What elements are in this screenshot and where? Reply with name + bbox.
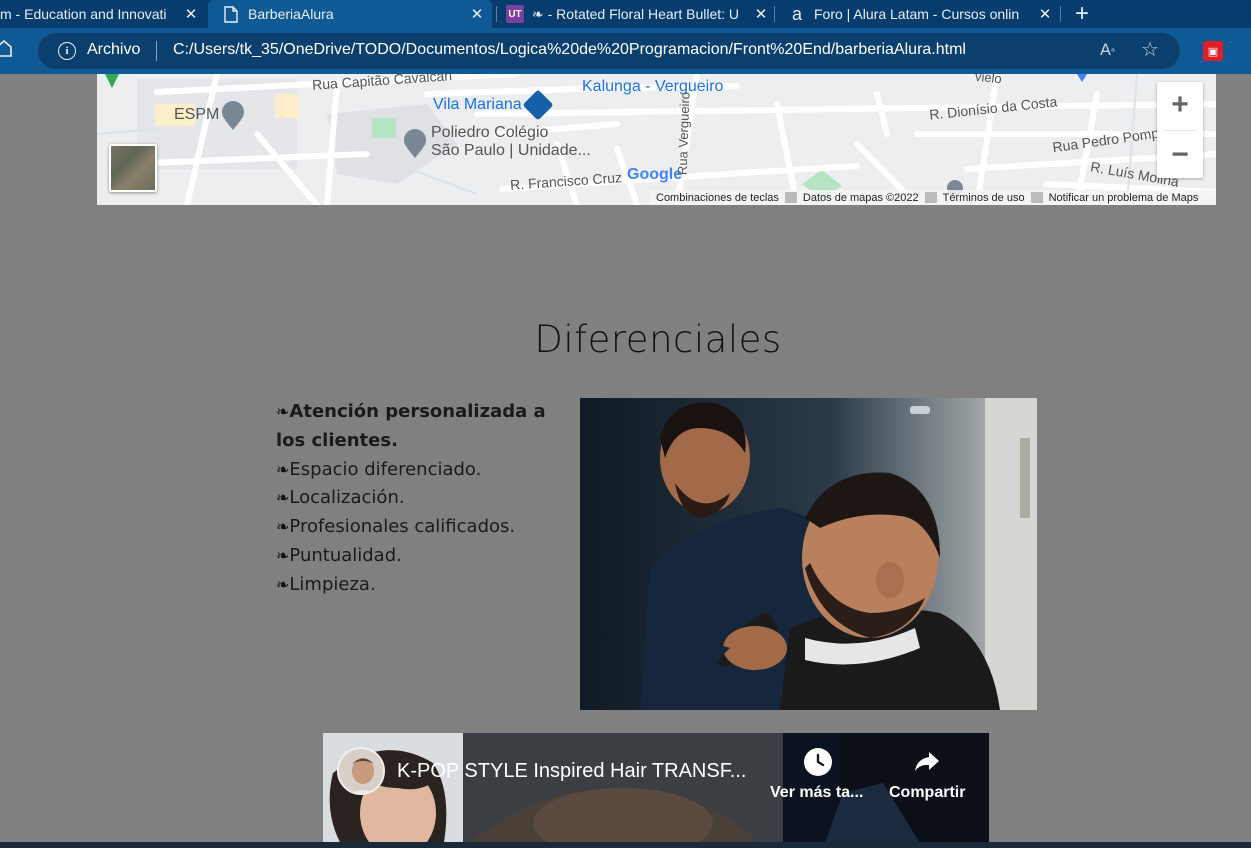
terms-link[interactable]: Términos de uso [937, 192, 1031, 204]
list-item-text: Puntualidad. [289, 544, 402, 566]
list-item: ❧Limpieza. [276, 571, 576, 600]
video-title[interactable]: K-POP STYLE Inspired Hair TRANSF... [397, 760, 746, 783]
add-favorite-icon[interactable]: ☆ [1141, 37, 1159, 61]
satellite-toggle[interactable] [109, 144, 157, 192]
tab-floral-bullet[interactable]: UT ❧ - Rotated Floral Heart Bullet: U ✕ [502, 0, 770, 28]
tab-title: m - Education and Innovati [0, 6, 167, 22]
url-text[interactable]: C:/Users/tk_35/OneDrive/TODO/Documentos/… [173, 41, 966, 59]
section-title: Diferenciales [534, 318, 782, 361]
list-item-text: Localización. [289, 487, 405, 509]
tab-separator [496, 6, 497, 22]
zoom-control: + − [1157, 82, 1203, 178]
tab-separator [1060, 6, 1061, 22]
zoom-out-button[interactable]: − [1157, 132, 1203, 178]
channel-avatar[interactable] [337, 747, 385, 795]
map-embed[interactable]: Rua Capitão Cavalcan ESPM Vila Mariana K… [97, 74, 1216, 205]
tab-title: Foro | Alura Latam - Cursos onlin [814, 6, 1020, 22]
floral-bullet-icon: ❧ [276, 488, 290, 508]
features-list: ❧Atención personalizada a los clientes. … [276, 398, 576, 600]
map-data-text: Datos de mapas ©2022 [802, 191, 919, 204]
keyboard-shortcuts-link[interactable]: Combinaciones de teclas [650, 192, 785, 204]
share-button[interactable]: Compartir [889, 784, 965, 802]
map-label-poliedro: Poliedro Colégio [431, 124, 549, 141]
footer-separator [924, 192, 937, 203]
tab-education[interactable]: m - Education and Innovati ✕ [0, 0, 200, 28]
extension-icon[interactable]: ▣ [1203, 41, 1223, 61]
share-icon[interactable] [913, 750, 941, 774]
map-label-vila-mariana: Vila Mariana [433, 96, 522, 113]
list-item-text: Limpieza. [289, 573, 376, 595]
map-footer: Combinaciones de teclas Datos de mapas ©… [650, 190, 1216, 205]
tab-title: BarberiaAlura [248, 6, 334, 22]
ut-icon: UT [506, 5, 524, 23]
google-logo: Google [627, 166, 683, 183]
map-label-espm: ESPM [174, 106, 220, 123]
watch-later-icon[interactable] [804, 748, 832, 776]
list-item: ❧Localización. [276, 484, 576, 513]
floral-bullet-icon: ❧ [276, 574, 290, 594]
close-icon[interactable]: ✕ [752, 5, 770, 23]
address-divider [156, 41, 157, 61]
info-icon[interactable]: i [58, 42, 76, 60]
floral-bullet-icon: ❧ [276, 459, 290, 479]
watch-later-button[interactable]: Ver más ta... [770, 784, 863, 802]
list-item: ❧Atención personalizada a los clientes. [276, 398, 576, 456]
barber-photo [580, 398, 1037, 710]
list-item-text: Profesionales calificados. [289, 516, 516, 538]
browser-toolbar: i Archivo C:/Users/tk_35/OneDrive/TODO/D… [0, 28, 1251, 74]
close-icon[interactable]: ✕ [182, 5, 200, 23]
map-label-poliedro-unit: São Paulo | Unidade... [431, 142, 591, 159]
tab-strip: m - Education and Innovati ✕ BarberiaAlu… [0, 0, 1251, 28]
tab-alura-foro[interactable]: a Foro | Alura Latam - Cursos onlin ✕ [786, 0, 1054, 28]
zoom-in-button[interactable]: + [1157, 82, 1203, 128]
home-icon[interactable] [0, 39, 16, 61]
list-item-text: Atención personalizada a los clientes. [276, 401, 546, 451]
tab-barberia[interactable]: BarberiaAlura ✕ [208, 0, 492, 28]
page-icon [222, 5, 240, 23]
list-item: ❧Espacio diferenciado. [276, 456, 576, 485]
footer-separator [1030, 192, 1043, 203]
video-embed[interactable]: K-POP STYLE Inspired Hair TRANSF... Ver … [323, 733, 989, 848]
new-tab-button[interactable]: + [1068, 0, 1096, 28]
site-scheme-label[interactable]: Archivo [87, 41, 140, 59]
floral-bullet-icon: ❧ [276, 517, 290, 537]
tab-separator [774, 6, 775, 22]
read-aloud-icon[interactable]: Aᵃ [1100, 40, 1115, 59]
list-item: ❧Puntualidad. [276, 542, 576, 571]
list-item-text: Espacio diferenciado. [289, 458, 482, 480]
footer-separator [784, 192, 797, 203]
close-icon[interactable]: ✕ [468, 5, 486, 23]
map-label-kalunga: Kalunga - Vergueiro [582, 78, 724, 95]
list-item: ❧Profesionales calificados. [276, 513, 576, 542]
tab-title: ❧ - Rotated Floral Heart Bullet: U [532, 5, 740, 22]
floral-bullet-icon: ❧ [276, 545, 290, 565]
close-icon[interactable]: ✕ [1036, 5, 1054, 23]
address-bar[interactable]: i Archivo C:/Users/tk_35/OneDrive/TODO/D… [38, 33, 1180, 69]
taskbar-edge [0, 842, 1251, 848]
alura-icon: a [791, 3, 802, 24]
floral-bullet-icon: ❧ [276, 402, 290, 421]
report-problem-link[interactable]: Notificar un problema de Maps [1043, 192, 1205, 204]
zoom-divider [1163, 130, 1197, 131]
map-label-vergueiro: Rua Vergueiro [674, 91, 693, 176]
